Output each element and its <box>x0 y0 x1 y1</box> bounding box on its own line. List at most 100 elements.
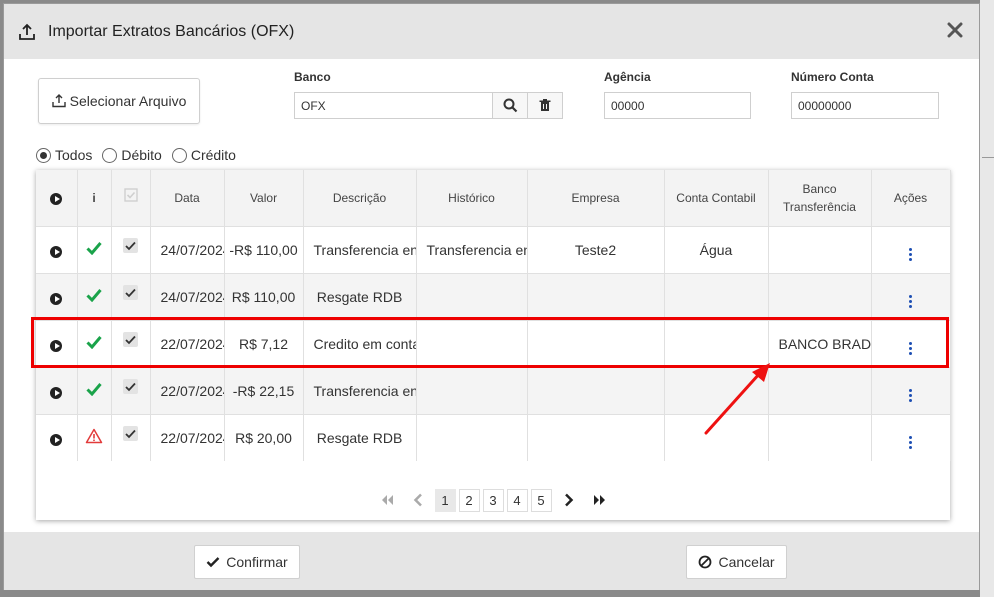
page-3-button[interactable]: 3 <box>482 488 504 512</box>
row-status-cell <box>77 225 112 273</box>
play-circle-icon[interactable] <box>50 292 63 305</box>
row-status-cell <box>77 272 112 320</box>
row-valor: -R$ 110,00 <box>224 225 304 273</box>
ban-icon <box>699 555 712 569</box>
row-actions-cell[interactable] <box>871 225 951 273</box>
banco-input[interactable]: OFX <box>294 92 493 119</box>
last-page-button[interactable] <box>586 489 614 511</box>
double-chevron-left-icon <box>381 495 393 505</box>
radio-debito[interactable]: Débito <box>102 147 162 163</box>
row-data: 24/07/2024 <box>150 225 225 273</box>
radio-circle[interactable] <box>171 147 187 163</box>
chevron-right-icon <box>564 493 573 507</box>
col-banco-transferencia-header[interactable]: Banco Transferência <box>768 170 872 226</box>
row-expand-cell[interactable] <box>36 225 78 273</box>
col-select-all-header[interactable] <box>111 170 151 226</box>
row-empresa <box>527 366 665 414</box>
checkbox-icon[interactable] <box>123 379 138 394</box>
page-2-button[interactable]: 2 <box>458 488 480 512</box>
bank-header-line1: Banco <box>802 181 837 196</box>
checkbox-icon[interactable] <box>123 238 138 253</box>
row-select-cell[interactable] <box>111 413 151 461</box>
confirm-button[interactable]: Confirmar <box>194 545 300 579</box>
pagination: 1 2 3 4 5 <box>36 486 950 514</box>
row-descricao: Transferencia enviada <box>303 366 417 414</box>
agencia-label: Agência <box>604 70 651 84</box>
row-actions-cell[interactable] <box>871 413 951 461</box>
row-valor: -R$ 22,15 <box>224 366 304 414</box>
check-icon <box>86 289 102 303</box>
row-expand-cell[interactable] <box>36 413 78 461</box>
row-conta <box>664 272 769 320</box>
row-actions-cell[interactable] <box>871 366 951 414</box>
play-circle-icon[interactable] <box>50 245 63 258</box>
checkbox-icon[interactable] <box>123 285 138 300</box>
row-data: 24/07/2024 <box>150 272 225 320</box>
dialog-title: Importar Extratos Bancários (OFX) <box>48 22 295 40</box>
table-row[interactable]: 24/07/2024 R$ 110,00 Resgate RDB <box>36 272 951 320</box>
row-empresa <box>527 272 665 320</box>
search-icon <box>503 98 517 113</box>
col-data-header[interactable]: Data <box>150 170 225 226</box>
radio-debito-label: Débito <box>121 147 162 163</box>
table-row[interactable]: 24/07/2024 -R$ 110,00 Transferencia envi… <box>36 225 951 273</box>
row-descricao: Transferencia enviada <box>303 225 417 273</box>
play-circle-icon[interactable] <box>50 386 63 399</box>
col-empresa-header[interactable]: Empresa <box>527 170 665 226</box>
radio-todos[interactable]: Todos <box>36 147 92 163</box>
checkbox-icon[interactable] <box>123 426 138 442</box>
row-select-cell[interactable] <box>111 366 151 414</box>
dialog-footer: Confirmar Cancelar <box>4 532 979 590</box>
play-circle-icon[interactable] <box>50 433 63 446</box>
page-5-button[interactable]: 5 <box>530 488 552 512</box>
radio-credito-label: Crédito <box>190 147 236 163</box>
more-vertical-icon[interactable] <box>909 389 912 402</box>
row-status-cell <box>77 366 112 414</box>
table-row[interactable]: 22/07/2024 R$ 20,00 Resgate RDB <box>36 413 951 461</box>
agencia-input[interactable]: 00000 <box>604 92 751 119</box>
row-data: 22/07/2024 <box>150 366 225 414</box>
page-1-button[interactable]: 1 <box>434 488 456 512</box>
annotation-arrow-icon <box>704 363 770 435</box>
double-chevron-right-icon <box>593 495 605 505</box>
col-conta-contabil-header[interactable]: Conta Contabil <box>664 170 769 226</box>
radio-circle[interactable] <box>36 147 51 163</box>
row-historico <box>416 366 528 414</box>
first-page-button[interactable] <box>373 489 401 511</box>
close-button[interactable] <box>945 20 965 40</box>
col-expand-header[interactable] <box>36 170 78 226</box>
search-bank-button[interactable] <box>492 92 528 119</box>
radio-circle[interactable] <box>102 147 118 163</box>
check-icon <box>86 242 102 256</box>
row-expand-cell[interactable] <box>36 272 78 320</box>
row-empresa: Teste2 <box>527 225 665 273</box>
backdrop-page-edge <box>980 0 994 597</box>
row-actions-cell[interactable] <box>871 272 951 320</box>
chevron-left-icon <box>413 493 422 507</box>
page-4-button[interactable]: 4 <box>506 488 528 512</box>
numero-conta-input[interactable]: 00000000 <box>791 92 939 119</box>
col-descricao-header[interactable]: Descrição <box>303 170 417 226</box>
col-historico-header[interactable]: Histórico <box>416 170 528 226</box>
row-banco <box>768 366 872 414</box>
cancel-label: Cancelar <box>718 554 775 570</box>
warning-icon <box>85 429 103 444</box>
trash-icon <box>539 99 551 111</box>
clear-bank-button[interactable] <box>527 92 563 119</box>
cancel-button[interactable]: Cancelar <box>686 545 787 579</box>
col-valor-header[interactable]: Valor <box>224 170 304 226</box>
upload-icon <box>18 21 40 43</box>
row-select-cell[interactable] <box>111 272 151 320</box>
more-vertical-icon[interactable] <box>909 248 912 261</box>
more-vertical-icon[interactable] <box>909 295 912 308</box>
select-file-button[interactable]: Selecionar Arquivo <box>38 78 200 124</box>
next-page-button[interactable] <box>555 489 583 511</box>
row-select-cell[interactable] <box>111 225 151 273</box>
radio-credito[interactable]: Crédito <box>171 147 236 163</box>
row-descricao: Resgate RDB <box>303 413 417 461</box>
banco-label: Banco <box>294 70 331 84</box>
row-expand-cell[interactable] <box>36 366 78 414</box>
prev-page-button[interactable] <box>404 489 432 511</box>
table-row[interactable]: 22/07/2024 -R$ 22,15 Transferencia envia… <box>36 366 951 414</box>
more-vertical-icon[interactable] <box>909 436 912 450</box>
